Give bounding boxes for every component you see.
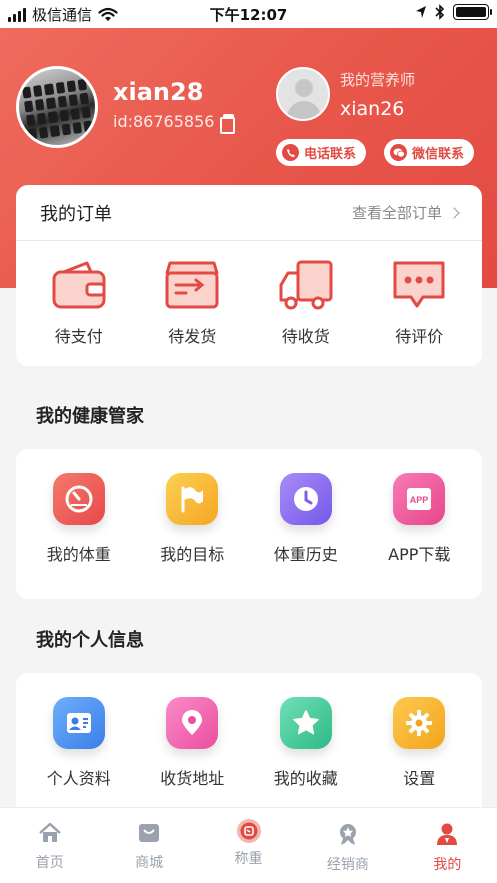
nutritionist-name: xian26 — [340, 98, 405, 120]
wechat-contact-label: 微信联系 — [412, 147, 465, 162]
user-id-row: id:86765856 — [113, 112, 236, 134]
phone-contact-button[interactable]: 电话联系 — [276, 139, 367, 166]
health-item-label: APP下载 — [388, 545, 451, 564]
address-entry[interactable]: 收货地址 — [137, 697, 247, 789]
user-avatar[interactable] — [16, 66, 98, 148]
tab-label: 我的 — [433, 857, 462, 873]
favorites-entry[interactable]: 我的收藏 — [251, 697, 361, 789]
tab-label: 商城 — [135, 855, 164, 871]
truck-icon — [278, 259, 334, 311]
nutritionist-title: 我的营养师 — [340, 71, 416, 89]
wechat-contact-button[interactable]: 微信联系 — [384, 139, 475, 166]
personal-section-title: 我的个人信息 — [36, 630, 144, 651]
home-icon — [38, 822, 61, 842]
phone-icon — [282, 144, 299, 161]
chevron-right-icon — [448, 206, 460, 219]
wallet-icon — [51, 259, 107, 311]
profile-card-icon — [52, 697, 105, 749]
personal-item-label: 收货地址 — [160, 769, 225, 788]
health-item-label: 体重历史 — [273, 545, 338, 564]
nutritionist-avatar[interactable] — [276, 67, 330, 121]
app-download-entry[interactable]: APP APP下载 — [364, 473, 474, 565]
location-arrow-icon — [416, 6, 426, 18]
gear-icon — [393, 697, 446, 749]
location-icon — [166, 697, 219, 749]
settings-entry[interactable]: 设置 — [364, 697, 474, 789]
svg-text:APP: APP — [410, 495, 429, 505]
order-pending-payment[interactable]: 待支付 — [24, 259, 134, 347]
tab-me[interactable]: 我的 — [398, 808, 497, 883]
personal-item-label: 我的收藏 — [273, 769, 338, 788]
order-pending-receipt[interactable]: 待收货 — [251, 259, 361, 347]
username: xian28 — [113, 78, 204, 106]
me-icon — [437, 823, 458, 845]
order-item-label: 待收货 — [281, 327, 330, 346]
personal-item-label: 个人资料 — [46, 769, 111, 788]
health-section-title: 我的健康管家 — [36, 406, 144, 427]
order-pending-review[interactable]: 待评价 — [364, 259, 474, 347]
dealer-icon — [339, 824, 356, 845]
order-title: 我的订单 — [40, 203, 112, 225]
order-item-label: 待发货 — [168, 327, 217, 346]
scale-gauge-icon — [52, 473, 105, 525]
tab-dealer[interactable]: 经销商 — [298, 808, 397, 883]
order-card: 我的订单 查看全部订单 待支付 待发货 待收货 待评价 — [16, 185, 482, 366]
user-id: id:86765856 — [113, 112, 215, 131]
weigh-icon — [236, 819, 261, 843]
tab-label: 称重 — [234, 851, 263, 867]
profile-entry[interactable]: 个人资料 — [24, 697, 134, 789]
clock-icon — [279, 473, 332, 525]
wechat-icon — [390, 144, 407, 161]
comment-icon — [391, 259, 447, 311]
box-icon — [164, 259, 220, 311]
health-item-label: 我的体重 — [46, 545, 111, 564]
order-pending-shipment[interactable]: 待发货 — [137, 259, 247, 347]
order-item-label: 待支付 — [54, 327, 103, 346]
tab-shop[interactable]: 商城 — [99, 808, 198, 883]
view-all-orders-label: 查看全部订单 — [351, 204, 442, 222]
view-all-orders-link[interactable]: 查看全部订单 — [351, 202, 460, 223]
order-item-label: 待评价 — [395, 327, 444, 346]
tab-weigh[interactable]: 称重 — [199, 808, 298, 883]
tab-label: 首页 — [35, 855, 64, 871]
phone-contact-label: 电话联系 — [304, 147, 357, 162]
health-card: 我的体重 我的目标 体重历史 APP APP下载 — [16, 449, 482, 599]
health-item-label: 我的目标 — [160, 545, 225, 564]
tab-home[interactable]: 首页 — [0, 808, 99, 883]
battery-icon — [453, 4, 492, 20]
app-icon: APP — [393, 473, 446, 525]
weight-history-entry[interactable]: 体重历史 — [251, 473, 361, 565]
bottom-tab-bar: 首页 商城 称重 经销商 我的 — [0, 807, 497, 883]
status-bar: 极信通信 下午12:07 — [0, 0, 497, 28]
shop-icon — [139, 824, 160, 842]
copy-icon[interactable] — [220, 113, 236, 134]
my-goal-entry[interactable]: 我的目标 — [137, 473, 247, 565]
personal-card: 个人资料 收货地址 我的收藏 设置 — [16, 673, 482, 823]
tab-label: 经销商 — [326, 857, 369, 873]
order-header: 我的订单 查看全部订单 — [16, 185, 482, 241]
personal-item-label: 设置 — [403, 769, 436, 788]
my-weight-entry[interactable]: 我的体重 — [24, 473, 134, 565]
star-icon — [279, 697, 332, 749]
bluetooth-icon — [435, 4, 445, 20]
flag-icon — [166, 473, 219, 525]
